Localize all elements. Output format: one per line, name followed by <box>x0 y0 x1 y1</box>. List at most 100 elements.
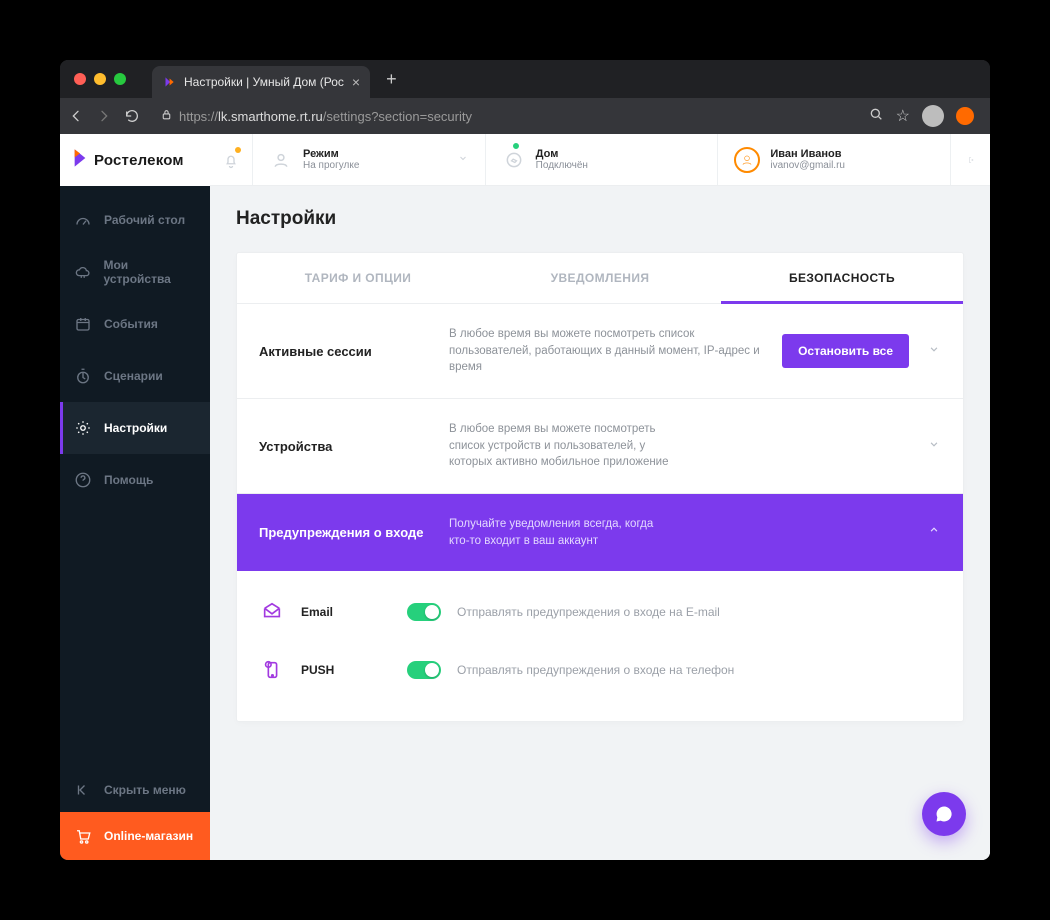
reload-button[interactable] <box>124 108 140 124</box>
lock-icon <box>160 108 173 124</box>
alert-desc: Отправлять предупреждения о входе на E-m… <box>457 605 720 619</box>
notifications-button[interactable] <box>210 134 252 185</box>
bookmark-star-icon[interactable]: ☆ <box>896 106 910 126</box>
section-login-alerts[interactable]: Предупреждения о входе Получайте уведомл… <box>237 494 963 571</box>
brand-logo[interactable]: Ростелеком <box>60 134 210 186</box>
browser-window: Настройки | Умный Дом (Рос × + https://l… <box>60 60 990 860</box>
window-controls <box>60 73 140 85</box>
home-value: Подключён <box>536 160 588 171</box>
cart-icon <box>74 827 92 845</box>
zoom-icon[interactable] <box>868 106 884 127</box>
profile-avatar-button[interactable] <box>922 105 944 127</box>
alert-desc: Отправлять предупреждения о входе на тел… <box>457 663 734 677</box>
close-window-button[interactable] <box>74 73 86 85</box>
alert-row-email: Email Отправлять предупреждения о входе … <box>259 583 941 641</box>
logout-button[interactable] <box>950 134 990 185</box>
login-alerts-expanded: Email Отправлять предупреждения о входе … <box>237 571 963 721</box>
calendar-icon <box>74 315 92 333</box>
tabs: ТАРИФ И ОПЦИИ УВЕДОМЛЕНИЯ БЕЗОПАСНОСТЬ <box>237 253 963 304</box>
sidebar-item-events[interactable]: События <box>60 298 210 350</box>
user-email: ivanov@gmail.ru <box>770 160 845 171</box>
page-title: Настройки <box>236 208 964 230</box>
sidebar-item-label: Помощь <box>104 473 153 487</box>
logout-icon <box>967 151 974 169</box>
favicon-icon <box>162 75 176 89</box>
sidebar-nav: Рабочий стол Мои устройства События Сцен… <box>60 186 210 768</box>
tab-label: ТАРИФ И ОПЦИИ <box>305 271 412 285</box>
minimize-window-button[interactable] <box>94 73 106 85</box>
tab-close-button[interactable]: × <box>352 74 360 90</box>
tab-label: БЕЗОПАСНОСТЬ <box>789 271 895 285</box>
new-tab-button[interactable]: + <box>386 69 397 90</box>
sidebar: Ростелеком Рабочий стол Мои устройства С… <box>60 134 210 860</box>
chevron-down-icon <box>457 151 469 169</box>
sidebar-item-label: Рабочий стол <box>104 213 185 227</box>
browser-tab[interactable]: Настройки | Умный Дом (Рос × <box>152 66 370 98</box>
content-area: Режим На прогулке Дом Подключён <box>210 134 990 860</box>
maximize-window-button[interactable] <box>114 73 126 85</box>
tab-title: Настройки | Умный Дом (Рос <box>184 75 344 89</box>
alert-label: PUSH <box>301 663 391 677</box>
section-devices[interactable]: Устройства В любое время вы можете посмо… <box>237 399 963 494</box>
cloud-icon <box>74 263 91 281</box>
section-desc: В любое время вы можете посмотреть списо… <box>449 421 669 471</box>
chevron-down-icon <box>927 342 941 361</box>
chevron-down-icon <box>927 437 941 456</box>
topbar: Режим На прогулке Дом Подключён <box>210 134 990 186</box>
section-name: Предупреждения о входе <box>259 525 429 540</box>
address-bar[interactable]: https://lk.smarthome.rt.ru/settings?sect… <box>152 102 856 130</box>
avatar-icon <box>734 147 760 173</box>
sidebar-item-dashboard[interactable]: Рабочий стол <box>60 194 210 246</box>
tab-strip: Настройки | Умный Дом (Рос × + <box>60 60 990 98</box>
phone-icon <box>259 659 285 681</box>
stop-all-button[interactable]: Остановить все <box>782 334 909 368</box>
chat-icon <box>934 804 954 824</box>
home-title: Дом <box>536 148 588 160</box>
back-button[interactable] <box>68 108 84 124</box>
user-icon <box>269 148 293 172</box>
sidebar-item-help[interactable]: Помощь <box>60 454 210 506</box>
chat-fab-button[interactable] <box>922 792 966 836</box>
mail-icon <box>259 601 285 623</box>
browser-toolbar: https://lk.smarthome.rt.ru/settings?sect… <box>60 98 990 134</box>
tab-security[interactable]: БЕЗОПАСНОСТЬ <box>721 253 963 303</box>
sidebar-item-label: Мои устройства <box>103 258 196 286</box>
sidebar-item-scenarios[interactable]: Сценарии <box>60 350 210 402</box>
page: Настройки ТАРИФ И ОПЦИИ УВЕДОМЛЕНИЯ БЕЗО… <box>210 186 990 860</box>
sidebar-shop-label: Online-магазин <box>104 829 193 843</box>
sidebar-collapse-label: Скрыть меню <box>104 783 186 797</box>
user-menu[interactable]: Иван Иванов ivanov@gmail.ru <box>717 134 950 185</box>
url-scheme: https://lk.smarthome.rt.ru/settings?sect… <box>179 109 472 124</box>
home-status[interactable]: Дом Подключён <box>485 134 718 185</box>
brand-icon <box>72 148 88 173</box>
home-icon <box>502 148 526 172</box>
gear-icon <box>74 419 92 437</box>
alert-label: Email <box>301 605 391 619</box>
section-active-sessions[interactable]: Активные сессии В любое время вы можете … <box>237 304 963 399</box>
button-label: Остановить все <box>798 344 893 358</box>
sidebar-shop-button[interactable]: Online-магазин <box>60 812 210 860</box>
sidebar-item-label: События <box>104 317 158 331</box>
sidebar-item-label: Настройки <box>104 421 167 435</box>
tab-tariff[interactable]: ТАРИФ И ОПЦИИ <box>237 253 479 303</box>
toggle-email-alerts[interactable] <box>407 603 441 621</box>
bell-icon <box>222 148 240 172</box>
sidebar-collapse-button[interactable]: Скрыть меню <box>60 768 210 812</box>
mode-title: Режим <box>303 148 359 160</box>
section-name: Устройства <box>259 439 429 454</box>
tab-label: УВЕДОМЛЕНИЯ <box>551 271 650 285</box>
extension-button[interactable] <box>956 107 974 125</box>
alert-row-push: PUSH Отправлять предупреждения о входе н… <box>259 641 941 699</box>
user-name: Иван Иванов <box>770 148 845 160</box>
mode-selector[interactable]: Режим На прогулке <box>252 134 485 185</box>
forward-button[interactable] <box>96 108 112 124</box>
toggle-push-alerts[interactable] <box>407 661 441 679</box>
sidebar-item-devices[interactable]: Мои устройства <box>60 246 210 298</box>
brand-name: Ростелеком <box>94 152 184 169</box>
gauge-icon <box>74 211 92 229</box>
sidebar-item-settings[interactable]: Настройки <box>60 402 210 454</box>
section-desc: В любое время вы можете посмотреть списо… <box>449 326 762 376</box>
tab-notifications[interactable]: УВЕДОМЛЕНИЯ <box>479 253 721 303</box>
section-name: Активные сессии <box>259 344 429 359</box>
status-dot-icon <box>512 142 520 150</box>
